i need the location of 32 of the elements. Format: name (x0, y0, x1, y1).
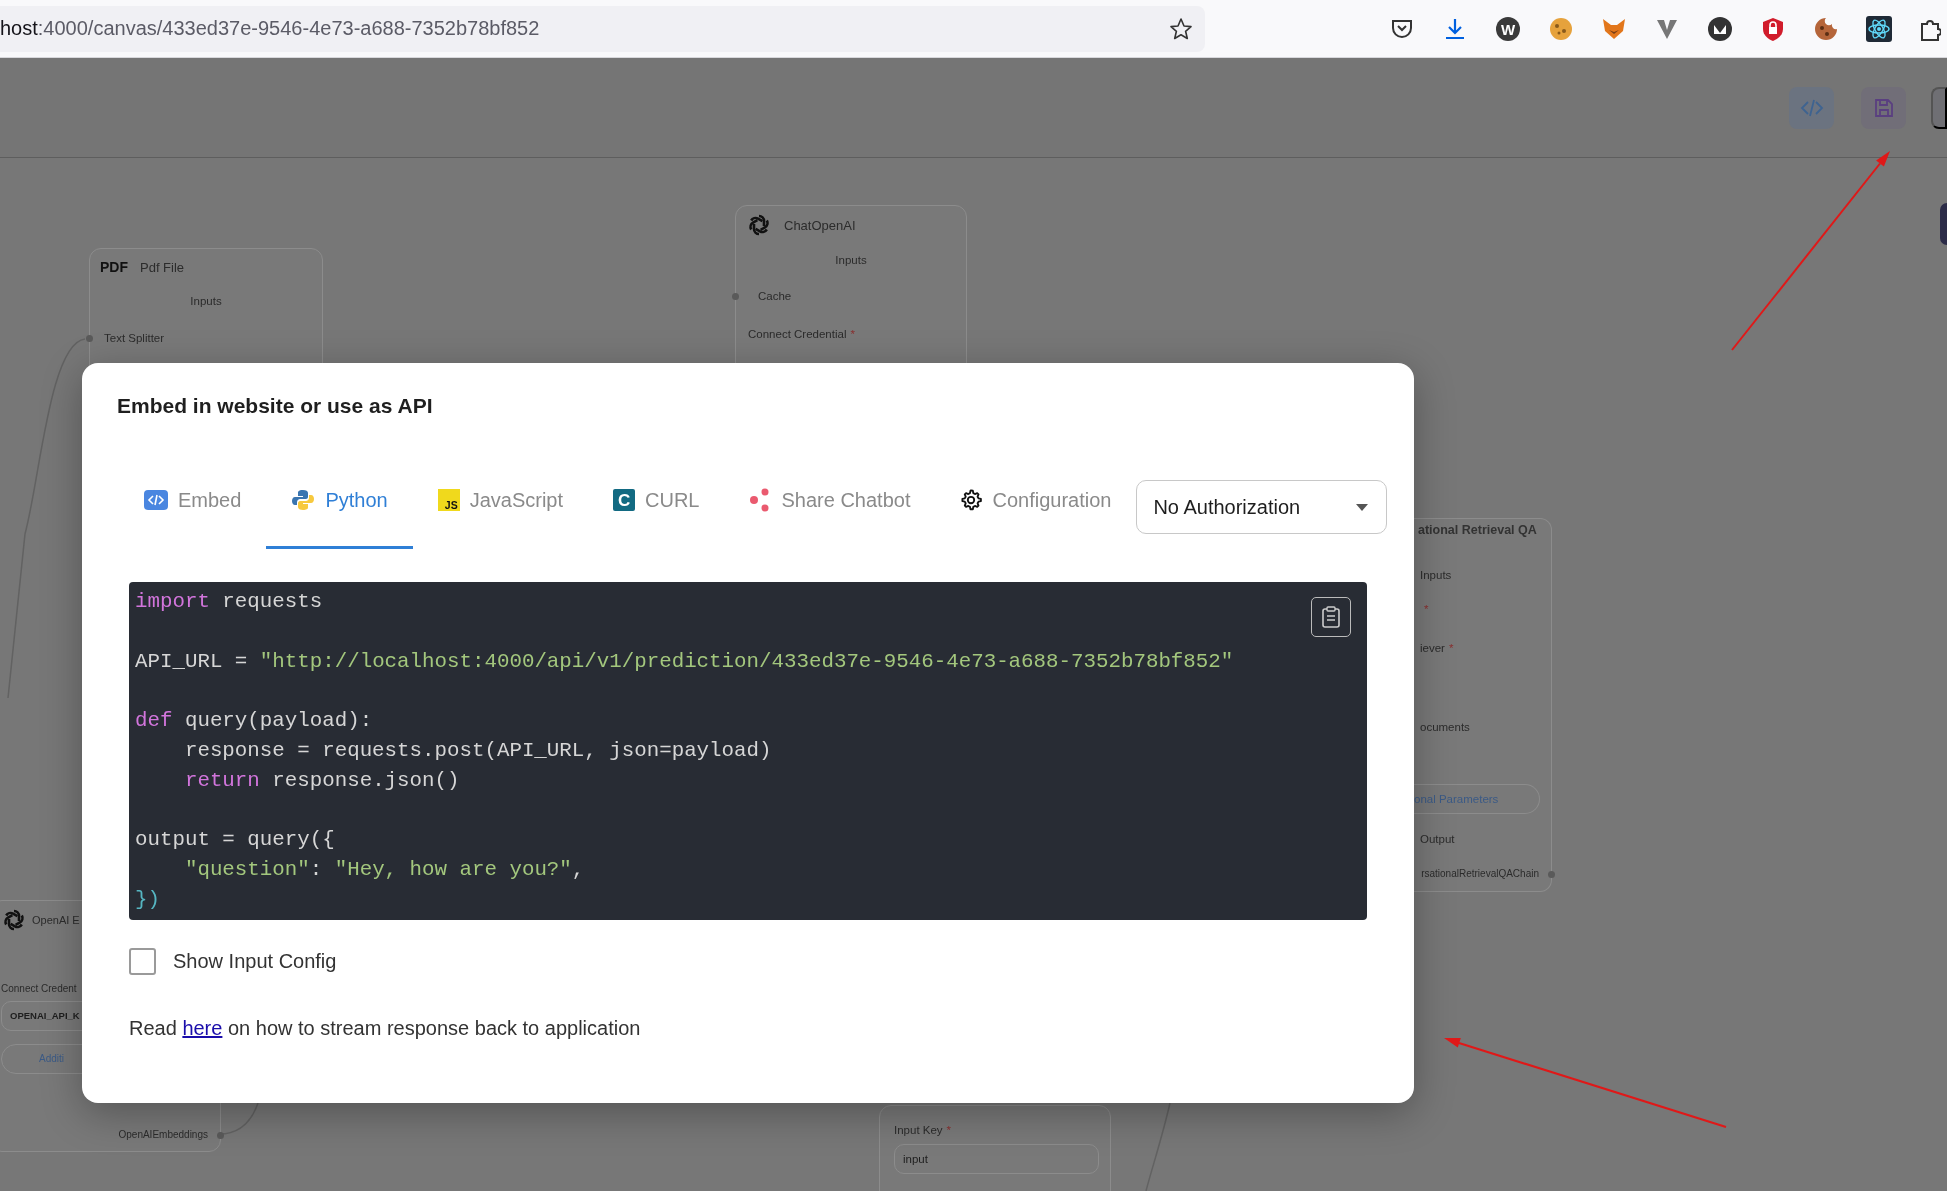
field-label: Connect Credent (1, 982, 77, 996)
code-line: output = query({ (135, 827, 335, 854)
node-title: Pdf File (140, 259, 185, 275)
field-label: Connect Credential * (748, 327, 855, 342)
section-label: Inputs (1420, 568, 1452, 583)
field-label: Input Key * (894, 1123, 952, 1138)
code-line: response = requests.post(API_URL, json=payload) (183, 738, 772, 764)
output-label: OpenAIEmbeddings (118, 1128, 208, 1142)
field-label: ocuments (1420, 720, 1470, 735)
port-label: Text Splitter (104, 331, 165, 346)
section-label: Output (1420, 832, 1455, 847)
code-line: return response.json() (183, 767, 460, 794)
stream-note: Read here on how to stream response back to application (129, 1016, 641, 1040)
code-line: }) (135, 886, 160, 913)
js-badge-icon: JS (437, 489, 460, 511)
node-title: OpenAI E (32, 914, 80, 926)
node-title: ChatOpenAI (784, 217, 856, 233)
pdf-label-icon: PDF (100, 259, 128, 275)
output-label: rsationalRetrievalQAChain (1421, 867, 1539, 881)
url-text: host:4000/canvas/433ed37e-9546-4e73-a688-7352b78bf852 (0, 17, 540, 40)
section-label: Inputs (834, 253, 868, 268)
c-badge-icon: C (613, 489, 635, 511)
node-title: ational Retrieval QA (1418, 523, 1537, 537)
section-label: Inputs (189, 294, 223, 309)
code-line: API_URL = "http://localhost:4000/api/v1/prediction/433ed37e-9546-4e73-a688-7352b78bf852" (135, 648, 1234, 675)
field-label: * (1423, 602, 1429, 617)
code-line: "question": "Hey, how are you?", (183, 857, 585, 884)
code-line: import requests (135, 589, 323, 615)
field-label: iever * (1420, 641, 1454, 656)
code-line: def query(payload): (135, 708, 373, 735)
checkbox-label: Show Input Config (173, 950, 337, 973)
port-label: Cache (758, 289, 792, 304)
